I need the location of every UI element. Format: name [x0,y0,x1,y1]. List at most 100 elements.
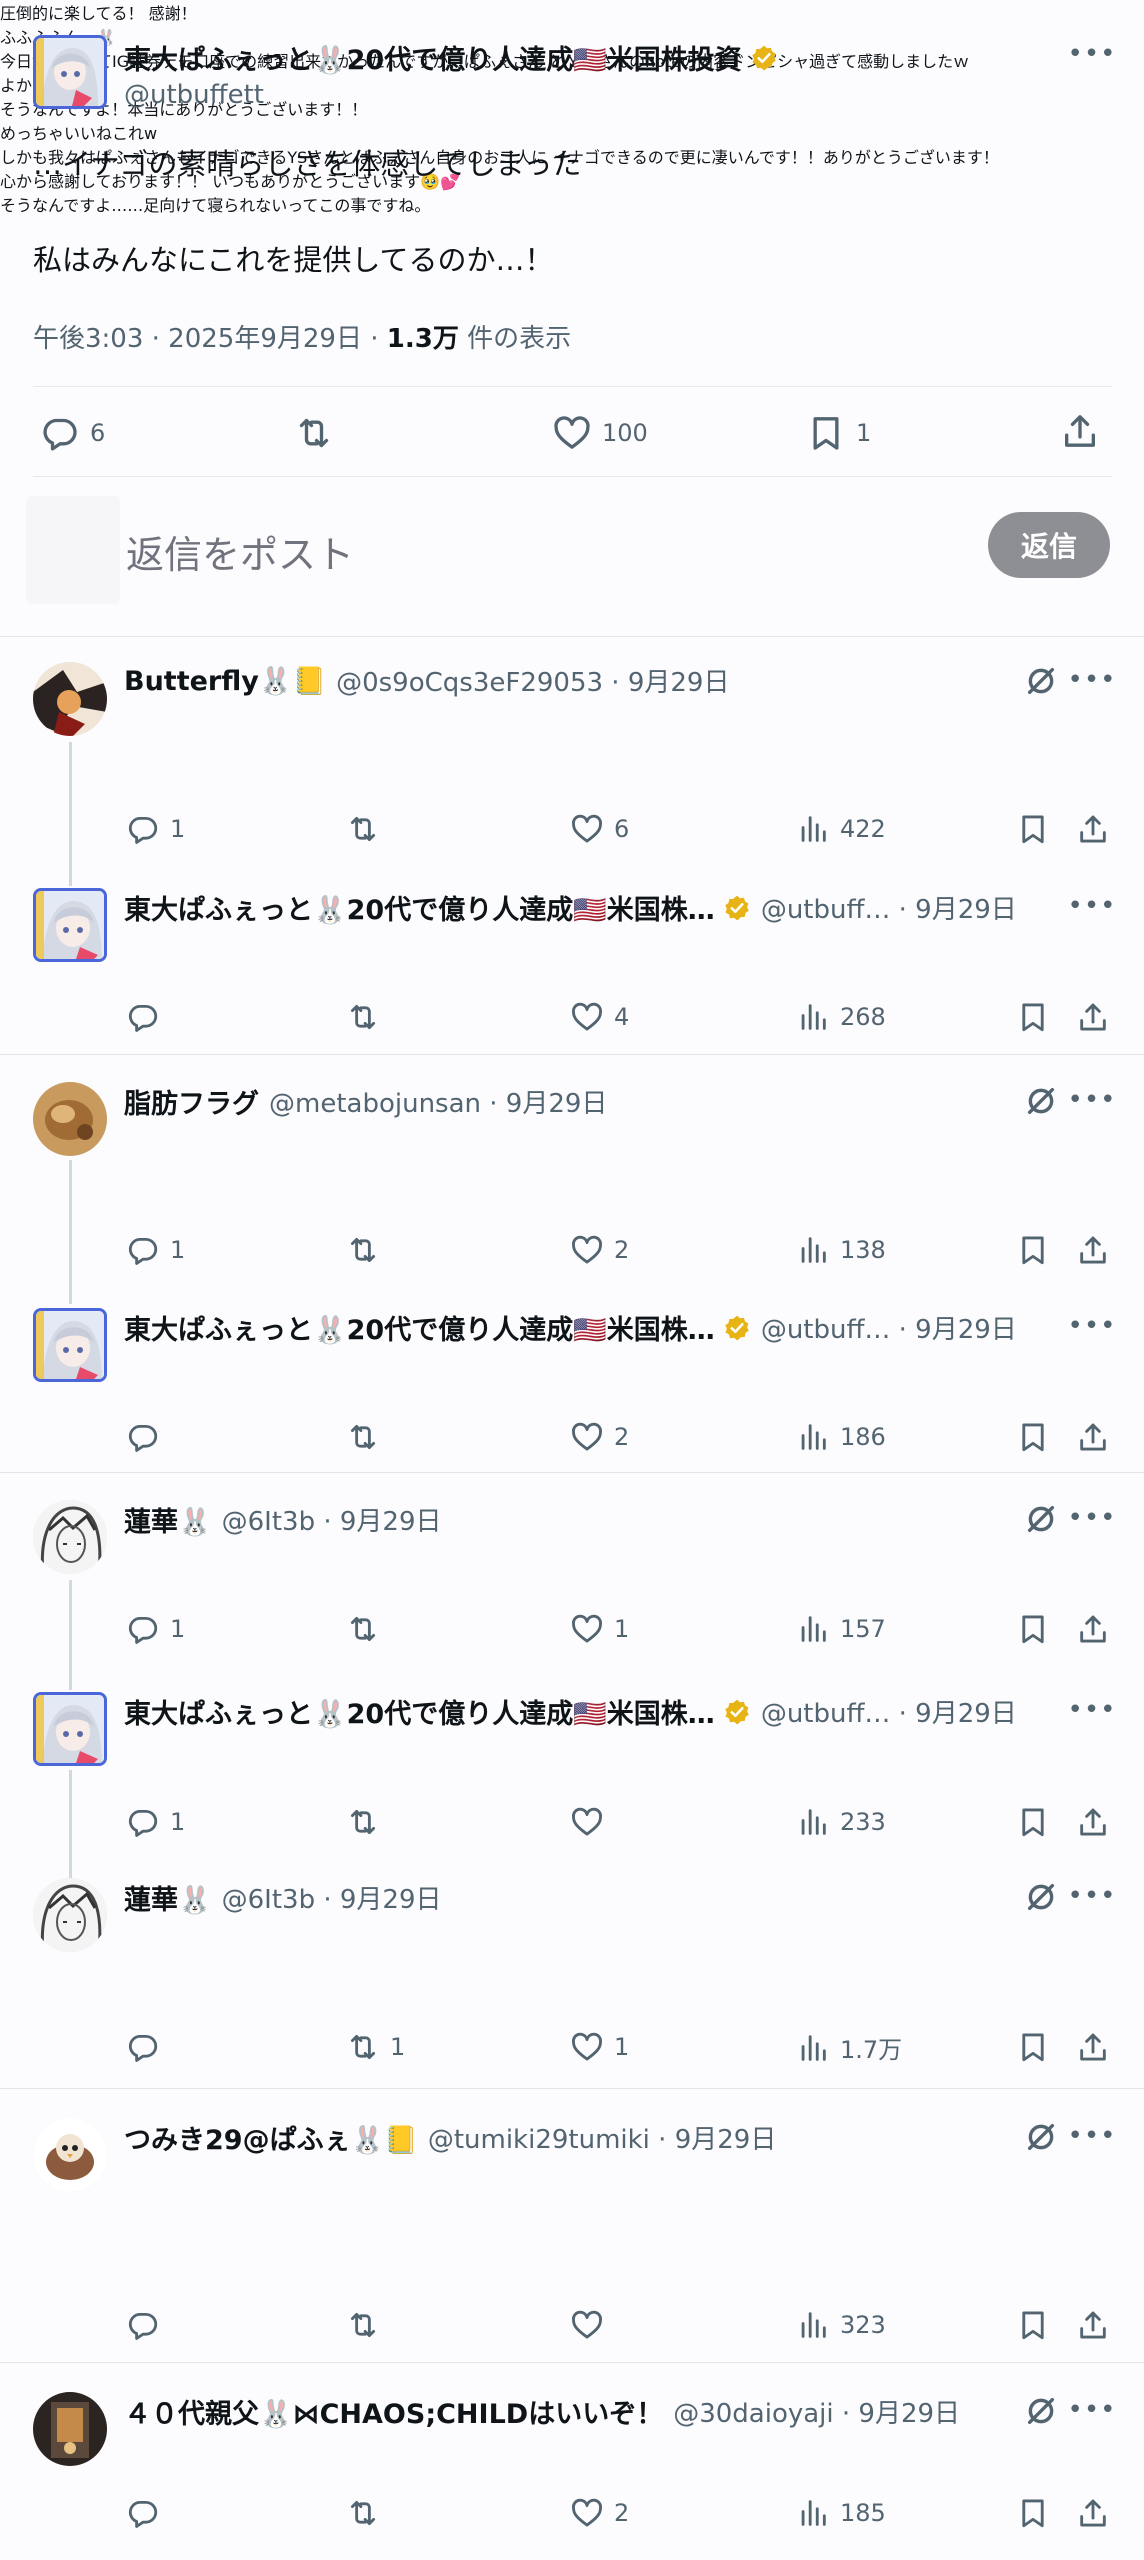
bookmark-button[interactable] [1016,1805,1050,1839]
reply-button[interactable] [126,1000,170,1034]
views-button[interactable]: 323 [796,2308,886,2342]
reply-author-name[interactable]: つみき29@ぱふぇ🐰📒 [124,2118,418,2157]
views-button[interactable]: 185 [796,2496,886,2530]
bookmark-button[interactable] [1016,1000,1050,1034]
retweet-button[interactable] [294,413,334,453]
reply-avatar[interactable] [33,2392,107,2466]
like-button[interactable]: 1 [570,1612,629,1646]
reply-handle-date[interactable]: @0s9oCqs3eF29053 · 9月29日 [336,662,729,699]
like-button[interactable]: 4 [570,1000,629,1034]
views-button[interactable]: 268 [796,1000,886,1034]
bookmark-button[interactable]: 1 [806,413,871,453]
reply-button[interactable] [126,2308,170,2342]
reply-author-name[interactable]: ４０代親父🐰⋈CHAOS;CHILDはいいぞ！ [124,2392,663,2431]
reply-button[interactable]: 1 [126,812,185,846]
grok-icon[interactable] [1024,1880,1058,1914]
reply-handle-date[interactable]: @utbuff… · 9月29日 [761,1309,1017,1346]
reply-avatar[interactable] [33,1082,107,1156]
like-button[interactable]: 2 [570,1420,629,1454]
bookmark-button[interactable] [1016,812,1050,846]
like-button[interactable]: 1 [570,2030,629,2064]
share-button[interactable] [1076,1612,1110,1646]
views-button[interactable]: 138 [796,1233,886,1267]
reply-button[interactable]: 1 [126,1805,185,1839]
reply-handle-date[interactable]: @6It3b · 9月29日 [222,1501,442,1538]
grok-icon[interactable] [1024,2394,1058,2428]
reply-author-name[interactable]: 東大ぱふぇっと🐰20代で億り人達成🇺🇸米国株… [124,1692,715,1731]
bookmark-button[interactable] [1016,2030,1050,2064]
like-button[interactable]: 100 [552,413,648,453]
reply-author-name[interactable]: 蓮華🐰 [124,1500,212,1539]
reply-button[interactable]: 1 [126,1612,185,1646]
reply-author-name[interactable]: 東大ぱふぇっと🐰20代で億り人達成🇺🇸米国株… [124,1308,715,1347]
share-button[interactable] [1076,2308,1110,2342]
more-icon[interactable]: ••• [1068,1881,1116,1911]
views-button[interactable]: 1.7万 [796,2030,902,2065]
reply-submit-button[interactable]: 返信 [988,512,1110,578]
more-icon[interactable]: ••• [1068,891,1116,921]
bookmark-button[interactable] [1016,1233,1050,1267]
retweet-button[interactable] [346,1805,390,1839]
share-button[interactable] [1076,1000,1110,1034]
views-button[interactable]: 186 [796,1420,886,1454]
share-button[interactable] [1076,1233,1110,1267]
reply-avatar[interactable] [33,1878,107,1952]
reply-avatar[interactable] [33,1692,107,1766]
reply-button[interactable]: 6 [40,413,105,453]
more-icon[interactable]: ••• [1068,665,1116,695]
bookmark-button[interactable] [1016,2308,1050,2342]
share-button[interactable] [1076,2030,1110,2064]
reply-button[interactable] [126,1420,170,1454]
retweet-button[interactable] [346,2308,390,2342]
reply-avatar[interactable] [33,1308,107,1382]
like-button[interactable] [570,1805,614,1839]
share-button[interactable] [1076,1805,1110,1839]
reply-handle-date[interactable]: @metabojunsan · 9月29日 [269,1083,607,1120]
author-name[interactable]: 東大ぱふぇっと🐰20代で億り人達成🇺🇸米国株投資 [124,38,742,77]
views-button[interactable]: 157 [796,1612,886,1646]
author-handle[interactable]: @utbuffett [124,80,264,110]
reply-author-name[interactable]: 蓮華🐰 [124,1878,212,1917]
like-button[interactable]: 6 [570,812,629,846]
reply-handle-date[interactable]: @30daioyaji · 9月29日 [673,2393,960,2430]
more-icon[interactable]: ••• [1068,1085,1116,1115]
views-button[interactable]: 422 [796,812,886,846]
reply-button[interactable] [126,2030,170,2064]
reply-author-name[interactable]: Butterfly🐰📒 [124,665,326,697]
share-button[interactable] [1076,812,1110,846]
bookmark-button[interactable] [1016,1420,1050,1454]
more-icon[interactable]: ••• [1068,1695,1116,1725]
reply-avatar[interactable] [33,1500,107,1574]
reply-handle-date[interactable]: @utbuff… · 9月29日 [761,889,1017,926]
author-avatar[interactable] [33,35,107,109]
bookmark-button[interactable] [1016,1612,1050,1646]
reply-input[interactable]: 返信をポスト [126,524,354,579]
post-timestamp[interactable]: 午後3:03 · 2025年9月29日 · 1.3万 件の表示 [33,318,571,355]
retweet-button[interactable] [346,1420,390,1454]
reply-author-name[interactable]: 東大ぱふぇっと🐰20代で億り人達成🇺🇸米国株… [124,888,715,927]
retweet-button[interactable] [346,2496,390,2530]
retweet-button[interactable] [346,812,390,846]
reply-button[interactable] [126,2496,170,2530]
bookmark-button[interactable] [1016,2496,1050,2530]
retweet-button[interactable] [346,1612,390,1646]
share-button[interactable] [1076,1420,1110,1454]
views-button[interactable]: 233 [796,1805,886,1839]
like-button[interactable]: 2 [570,2496,629,2530]
retweet-button[interactable] [346,1000,390,1034]
grok-icon[interactable] [1024,1502,1058,1536]
reply-handle-date[interactable]: @tumiki29tumiki · 9月29日 [428,2119,777,2156]
reply-handle-date[interactable]: @utbuff… · 9月29日 [761,1693,1017,1730]
like-button[interactable]: 2 [570,1233,629,1267]
grok-icon[interactable] [1024,664,1058,698]
share-button[interactable] [1060,411,1100,451]
more-icon[interactable]: ••• [1068,1503,1116,1533]
more-icon[interactable]: ••• [1068,2395,1116,2425]
reply-handle-date[interactable]: @6It3b · 9月29日 [222,1879,442,1916]
retweet-button[interactable]: 1 [346,2030,405,2064]
share-button[interactable] [1076,2496,1110,2530]
more-icon[interactable]: ••• [1068,1311,1116,1341]
retweet-button[interactable] [346,1233,390,1267]
reply-button[interactable]: 1 [126,1233,185,1267]
grok-icon[interactable] [1024,1084,1058,1118]
